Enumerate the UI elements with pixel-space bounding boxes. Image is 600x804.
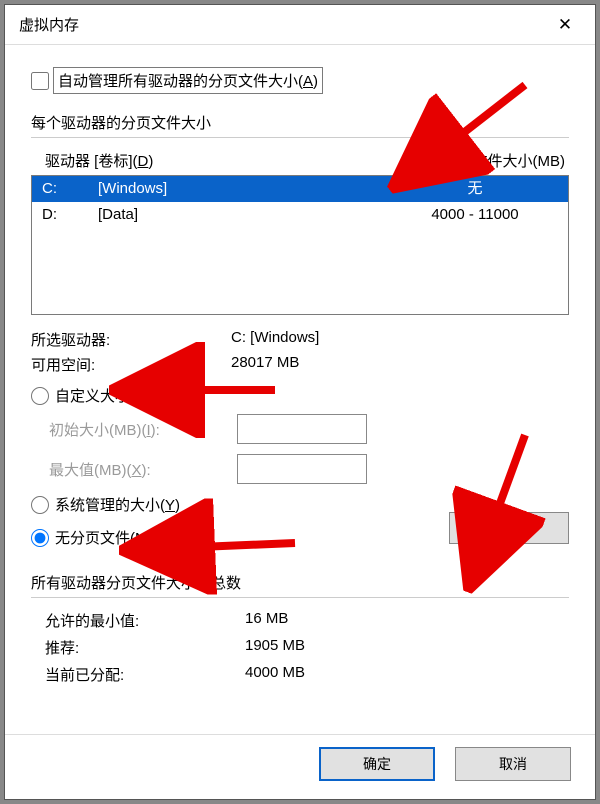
drive-size: 4000 - 11000	[390, 204, 560, 226]
auto-manage-checkbox[interactable]	[31, 72, 49, 90]
system-managed-label: 系统管理的大小(Y)	[55, 494, 180, 515]
custom-size-radio-row[interactable]: 自定义大小(C):	[31, 385, 569, 406]
init-size-label: 初始大小(MB)(I):	[49, 419, 237, 440]
drive-label: [Data]	[98, 204, 390, 226]
drive-list-header: 驱动器 [卷标](D) 分页文件大小(MB)	[31, 150, 569, 175]
header-drive-col: 驱动器 [卷标](D)	[45, 150, 153, 171]
totals-rec-label: 推荐:	[45, 637, 245, 658]
totals-cur-value: 4000 MB	[245, 664, 305, 685]
no-paging-radio[interactable]	[31, 529, 49, 547]
free-space-label: 可用空间:	[31, 354, 231, 375]
selected-drive-row: 所选驱动器: C: [Windows]	[31, 329, 569, 350]
drives-caption: 每个驱动器的分页文件大小	[31, 112, 569, 133]
titlebar: 虚拟内存 ✕	[5, 5, 595, 45]
virtual-memory-dialog: 虚拟内存 ✕ 自动管理所有驱动器的分页文件大小(A) 每个驱动器的分页文件大小 …	[4, 4, 596, 800]
max-size-label: 最大值(MB)(X):	[49, 459, 237, 480]
system-managed-radio[interactable]	[31, 496, 49, 514]
divider	[31, 597, 569, 598]
drive-label: [Windows]	[98, 178, 390, 200]
size-inputs: 初始大小(MB)(I): 最大值(MB)(X):	[49, 414, 569, 484]
init-size-input[interactable]	[237, 414, 367, 444]
drive-letter: C:	[42, 178, 98, 200]
selected-drive-label: 所选驱动器:	[31, 329, 231, 350]
drive-listbox[interactable]: C: [Windows] 无 D: [Data] 4000 - 11000	[31, 175, 569, 315]
free-space-row: 可用空间: 28017 MB	[31, 354, 569, 375]
cancel-button[interactable]: 取消	[455, 747, 571, 781]
custom-size-radio[interactable]	[31, 387, 49, 405]
totals-cur-label: 当前已分配:	[45, 664, 245, 685]
max-size-row: 最大值(MB)(X):	[49, 454, 569, 484]
totals-caption: 所有驱动器分页文件大小的总数	[31, 572, 569, 593]
max-size-input[interactable]	[237, 454, 367, 484]
drive-letter: D:	[42, 204, 98, 226]
totals-min-label: 允许的最小值:	[45, 610, 245, 631]
auto-manage-row: 自动管理所有驱动器的分页文件大小(A)	[31, 67, 569, 94]
no-paging-label: 无分页文件(N)	[55, 527, 151, 548]
totals-cur-row: 当前已分配: 4000 MB	[45, 664, 569, 685]
totals-rec-value: 1905 MB	[245, 637, 305, 658]
totals-min-value: 16 MB	[245, 610, 288, 631]
custom-size-label: 自定义大小(C):	[55, 385, 155, 406]
close-icon: ✕	[558, 15, 572, 35]
divider	[31, 137, 569, 138]
set-button[interactable]: 设置(S)	[449, 512, 569, 544]
drive-size: 无	[390, 178, 560, 200]
footer: 确定 取消	[5, 734, 595, 799]
totals-rec-row: 推荐: 1905 MB	[45, 637, 569, 658]
free-space-value: 28017 MB	[231, 354, 299, 375]
auto-manage-label: 自动管理所有驱动器的分页文件大小(A)	[53, 67, 323, 94]
window-title: 虚拟内存	[19, 14, 79, 35]
header-size-col: 分页文件大小(MB)	[443, 150, 566, 171]
drive-row[interactable]: C: [Windows] 无	[32, 176, 568, 202]
close-button[interactable]: ✕	[543, 9, 587, 41]
init-size-row: 初始大小(MB)(I):	[49, 414, 569, 444]
selected-drive-value: C: [Windows]	[231, 329, 319, 350]
content-area: 自动管理所有驱动器的分页文件大小(A) 每个驱动器的分页文件大小 驱动器 [卷标…	[5, 45, 595, 734]
drive-row[interactable]: D: [Data] 4000 - 11000	[32, 202, 568, 228]
totals-min-row: 允许的最小值: 16 MB	[45, 610, 569, 631]
ok-button[interactable]: 确定	[319, 747, 435, 781]
